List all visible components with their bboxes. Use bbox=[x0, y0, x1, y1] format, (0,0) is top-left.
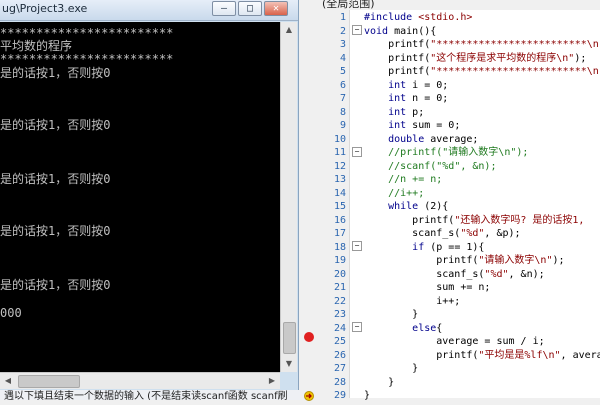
console-line: 000 bbox=[0, 306, 22, 320]
line-number: 22 bbox=[333, 295, 346, 307]
code-line[interactable]: void main(){ bbox=[364, 25, 436, 39]
code-line[interactable]: //n += n; bbox=[364, 173, 442, 187]
console-line: ************************ bbox=[0, 52, 174, 66]
console-line: 是的话按1，否则按0 bbox=[0, 118, 111, 132]
code-line[interactable]: int n = 0; bbox=[364, 92, 448, 106]
console-line: 是的话按1，否则按0 bbox=[0, 278, 111, 292]
scroll-thumb[interactable] bbox=[18, 375, 80, 388]
status-text: 遇以下填且结束一个数据的输入 (不是结束读scanf函数 scanf刷 bbox=[4, 391, 288, 400]
scroll-right-icon[interactable]: ▶ bbox=[264, 373, 280, 389]
scope-label: (全局范围) bbox=[322, 0, 375, 10]
line-number: 8 bbox=[339, 106, 346, 118]
line-number: 13 bbox=[333, 174, 346, 185]
console-vertical-scrollbar[interactable]: ▲ ▼ bbox=[280, 22, 297, 372]
line-number: 3 bbox=[339, 39, 346, 50]
console-output: ************************ 平均数的程序 ********… bbox=[0, 22, 280, 372]
scroll-thumb[interactable] bbox=[283, 322, 296, 354]
line-number: 5 bbox=[339, 66, 346, 77]
close-button[interactable]: ✕ bbox=[264, 1, 288, 16]
fold-column bbox=[350, 10, 362, 398]
code-line[interactable]: sum += n; bbox=[364, 281, 490, 295]
scroll-left-icon[interactable]: ◀ bbox=[0, 373, 16, 389]
code-line[interactable]: double average; bbox=[364, 133, 478, 147]
code-line[interactable]: #include <stdio.h> bbox=[364, 11, 472, 25]
code-line[interactable]: } bbox=[364, 362, 418, 376]
console-line: 是的话按1，否则按0 bbox=[0, 172, 111, 186]
line-number: 26 bbox=[333, 349, 346, 361]
code-line[interactable]: printf("还输入数字吗? 是的话按1, bbox=[364, 214, 584, 228]
line-number: 7 bbox=[339, 93, 346, 104]
code-line[interactable]: printf("请输入数字\n"); bbox=[364, 254, 564, 268]
minimize-button[interactable]: — bbox=[212, 1, 236, 16]
line-number: 6 bbox=[339, 79, 346, 91]
code-line[interactable]: printf("*************************\n"); bbox=[364, 65, 600, 79]
scroll-down-icon[interactable]: ▼ bbox=[281, 356, 297, 372]
fold-toggle-icon[interactable]: − bbox=[352, 147, 362, 157]
line-number: 27 bbox=[333, 363, 346, 374]
code-line[interactable]: } bbox=[364, 376, 394, 390]
line-number: 23 bbox=[333, 309, 346, 320]
console-title-bar: ug\Project3.exe — □ ✕ bbox=[0, 0, 298, 21]
line-number: 1 bbox=[339, 12, 346, 23]
console-line: 平均数的程序 bbox=[0, 39, 73, 53]
console-line: 是的话按1，否则按0 bbox=[0, 224, 111, 238]
line-number: 19 bbox=[333, 255, 346, 266]
code-line[interactable]: printf("平均是是%lf\n", avera bbox=[364, 349, 600, 363]
status-bar: 遇以下填且结束一个数据的输入 (不是结束读scanf函数 scanf刷 bbox=[0, 390, 300, 400]
console-window: ug\Project3.exe — □ ✕ ******************… bbox=[0, 0, 299, 392]
console-line: 是的话按1，否则按0 bbox=[0, 66, 111, 80]
line-number: 15 bbox=[333, 201, 346, 212]
code-line[interactable]: //scanf("%d", &n); bbox=[364, 160, 496, 174]
code-line[interactable]: } bbox=[364, 389, 370, 403]
console-line: ************************ bbox=[0, 26, 174, 40]
fold-toggle-icon[interactable]: − bbox=[352, 322, 362, 332]
code-line[interactable]: int sum = 0; bbox=[364, 119, 460, 133]
breakpoint-icon[interactable] bbox=[304, 332, 314, 342]
line-number: 16 bbox=[333, 214, 346, 226]
line-number: 10 bbox=[333, 133, 346, 145]
code-line[interactable]: //printf("请输入数字\n"); bbox=[364, 146, 528, 160]
console-title: ug\Project3.exe bbox=[2, 2, 88, 15]
scope-dropdown[interactable]: (全局范围) bbox=[300, 0, 600, 10]
scroll-up-icon[interactable]: ▲ bbox=[281, 22, 297, 38]
code-line[interactable]: average = sum / i; bbox=[364, 335, 544, 349]
maximize-button[interactable]: □ bbox=[238, 1, 262, 16]
code-line[interactable]: i++; bbox=[364, 295, 460, 309]
code-line[interactable]: int p; bbox=[364, 106, 424, 120]
line-number: 20 bbox=[333, 268, 346, 280]
console-horizontal-scrollbar[interactable]: ◀ ▶ bbox=[0, 372, 280, 389]
code-line[interactable]: while (2){ bbox=[364, 200, 448, 214]
line-number: 12 bbox=[333, 160, 346, 172]
code-line[interactable]: int i = 0; bbox=[364, 79, 448, 93]
line-number: 4 bbox=[339, 52, 346, 64]
code-line[interactable]: printf("这个程序是求平均数的程序\n"); bbox=[364, 52, 586, 66]
line-number: 17 bbox=[333, 228, 346, 239]
code-line[interactable]: if (p == 1){ bbox=[364, 241, 484, 255]
line-number: 2 bbox=[339, 25, 346, 37]
line-number: 21 bbox=[333, 282, 346, 293]
current-line-arrow-icon bbox=[304, 386, 314, 401]
fold-toggle-icon[interactable]: − bbox=[352, 241, 362, 251]
code-line[interactable]: scanf_s("%d", &n); bbox=[364, 268, 544, 282]
line-number: 9 bbox=[339, 120, 346, 131]
code-line[interactable]: //i++; bbox=[364, 187, 424, 201]
line-number: 18 bbox=[333, 241, 346, 253]
code-line[interactable]: } bbox=[364, 308, 418, 322]
line-number: 14 bbox=[333, 187, 346, 199]
code-line[interactable]: printf("*************************\n"); bbox=[364, 38, 600, 52]
code-line[interactable]: else{ bbox=[364, 322, 442, 336]
line-number: 11 bbox=[333, 147, 346, 158]
fold-toggle-icon[interactable]: − bbox=[352, 25, 362, 35]
code-line[interactable]: scanf_s("%d", &p); bbox=[364, 227, 520, 241]
